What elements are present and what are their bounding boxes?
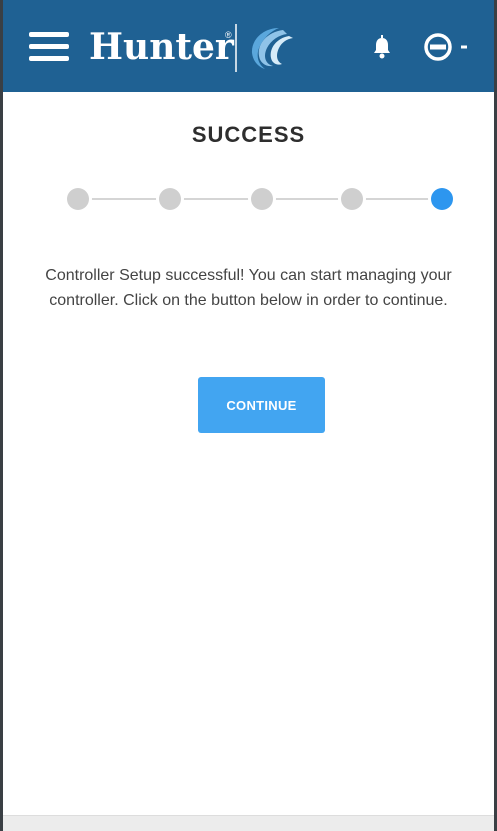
step-2-dot [159,188,181,210]
success-message: Controller Setup successful! You can sta… [45,267,452,309]
bottom-bar [3,815,494,831]
progress-stepper [67,184,457,214]
swirl-logo-icon [251,28,293,69]
hamburger-menu-icon[interactable] [29,32,69,62]
top-navigation-bar: Hunter ® [3,0,494,92]
page-title: SUCCESS [191,122,306,147]
brand-divider [235,24,237,72]
bell-icon[interactable] [367,32,397,62]
caret-down-icon [461,45,467,49]
continue-button[interactable]: CONTINUE [198,377,325,433]
brand-logo-text: Hunter [89,26,234,68]
step-4-dot [341,188,363,210]
registered-mark: ® [225,30,232,40]
user-circle-icon[interactable] [421,30,471,64]
app-frame: Hunter ® SUCCESS Controller Setup succes… [0,0,497,831]
step-5-dot-active [431,188,453,210]
step-3-dot [251,188,273,210]
step-1-dot [67,188,89,210]
